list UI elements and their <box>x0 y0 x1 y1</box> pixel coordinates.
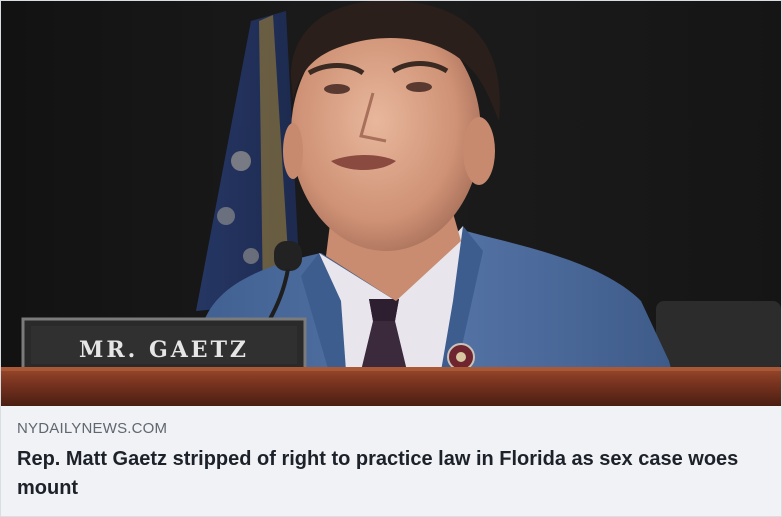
desk-graphic <box>1 367 781 406</box>
source-domain: NYDAILYNEWS.COM <box>17 420 168 437</box>
link-caption[interactable]: NYDAILYNEWS.COM Rep. Matt Gaetz stripped… <box>1 406 781 516</box>
article-photo[interactable]: MR. GAETZ <box>1 1 781 406</box>
article-headline[interactable]: Rep. Matt Gaetz stripped of right to pra… <box>17 445 765 503</box>
nameplate: MR. GAETZ <box>21 317 307 373</box>
nameplate-text: MR. GAETZ <box>79 337 249 363</box>
link-preview-card[interactable]: MR. GAETZ NYDAILYNEWS.COM Rep. Matt Gaet… <box>0 0 782 517</box>
